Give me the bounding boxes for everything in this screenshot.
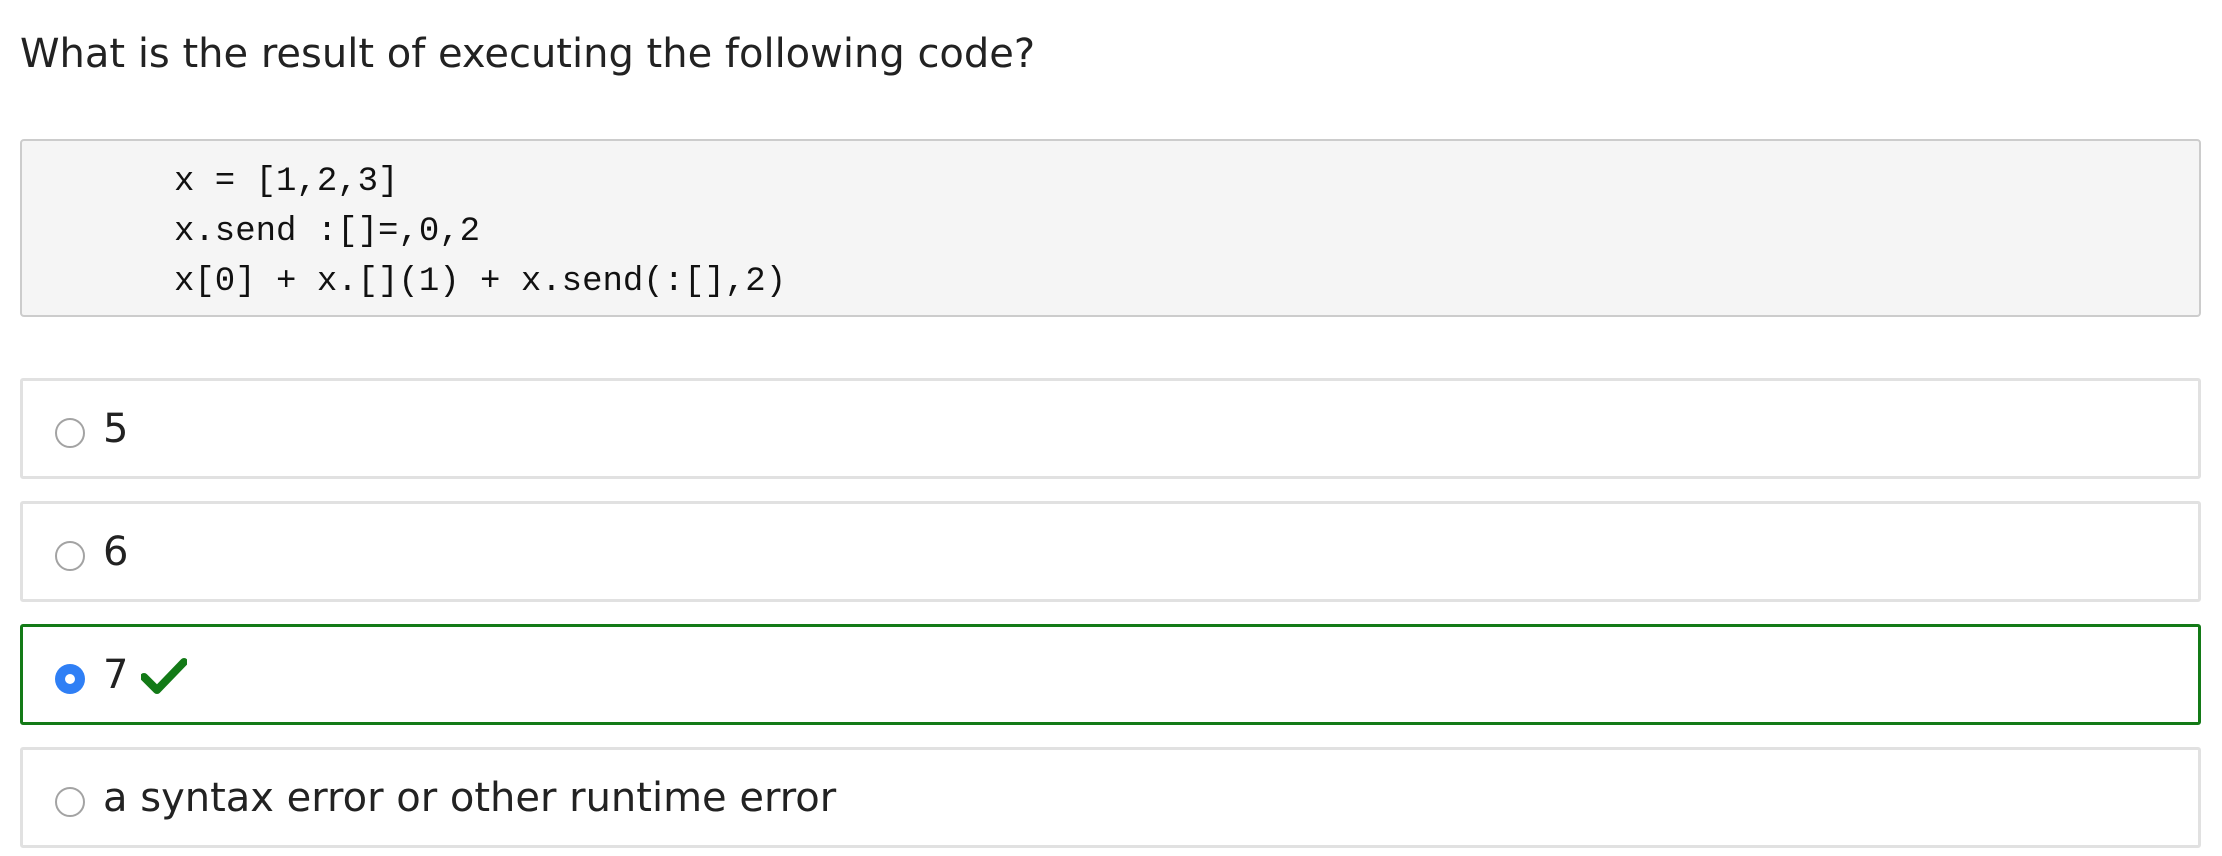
- answer-option-5[interactable]: 5: [20, 378, 2201, 479]
- code-block: x = [1,2,3] x.send :[]=,0,2 x[0] + x.[](…: [20, 139, 2201, 317]
- code-line: x.send :[]=,0,2: [174, 213, 481, 251]
- option-label: a syntax error or other runtime error: [103, 775, 837, 821]
- code-line: x[0] + x.[](1) + x.send(:[],2): [174, 263, 787, 301]
- radio-unchecked-icon[interactable]: [55, 418, 85, 448]
- option-label: 6: [103, 529, 129, 575]
- radio-unchecked-icon[interactable]: [55, 787, 85, 817]
- radio-checked-icon[interactable]: [55, 664, 85, 694]
- option-label: 7: [103, 652, 129, 698]
- checkmark-icon: [141, 658, 187, 694]
- option-label: 5: [103, 406, 129, 452]
- answer-option-6[interactable]: 6: [20, 501, 2201, 602]
- radio-unchecked-icon[interactable]: [55, 541, 85, 571]
- answer-option-runtime-error[interactable]: a syntax error or other runtime error: [20, 747, 2201, 848]
- code-line: x = [1,2,3]: [174, 163, 399, 201]
- answer-option-7[interactable]: 7: [20, 624, 2201, 725]
- question-text: What is the result of executing the foll…: [20, 31, 1036, 77]
